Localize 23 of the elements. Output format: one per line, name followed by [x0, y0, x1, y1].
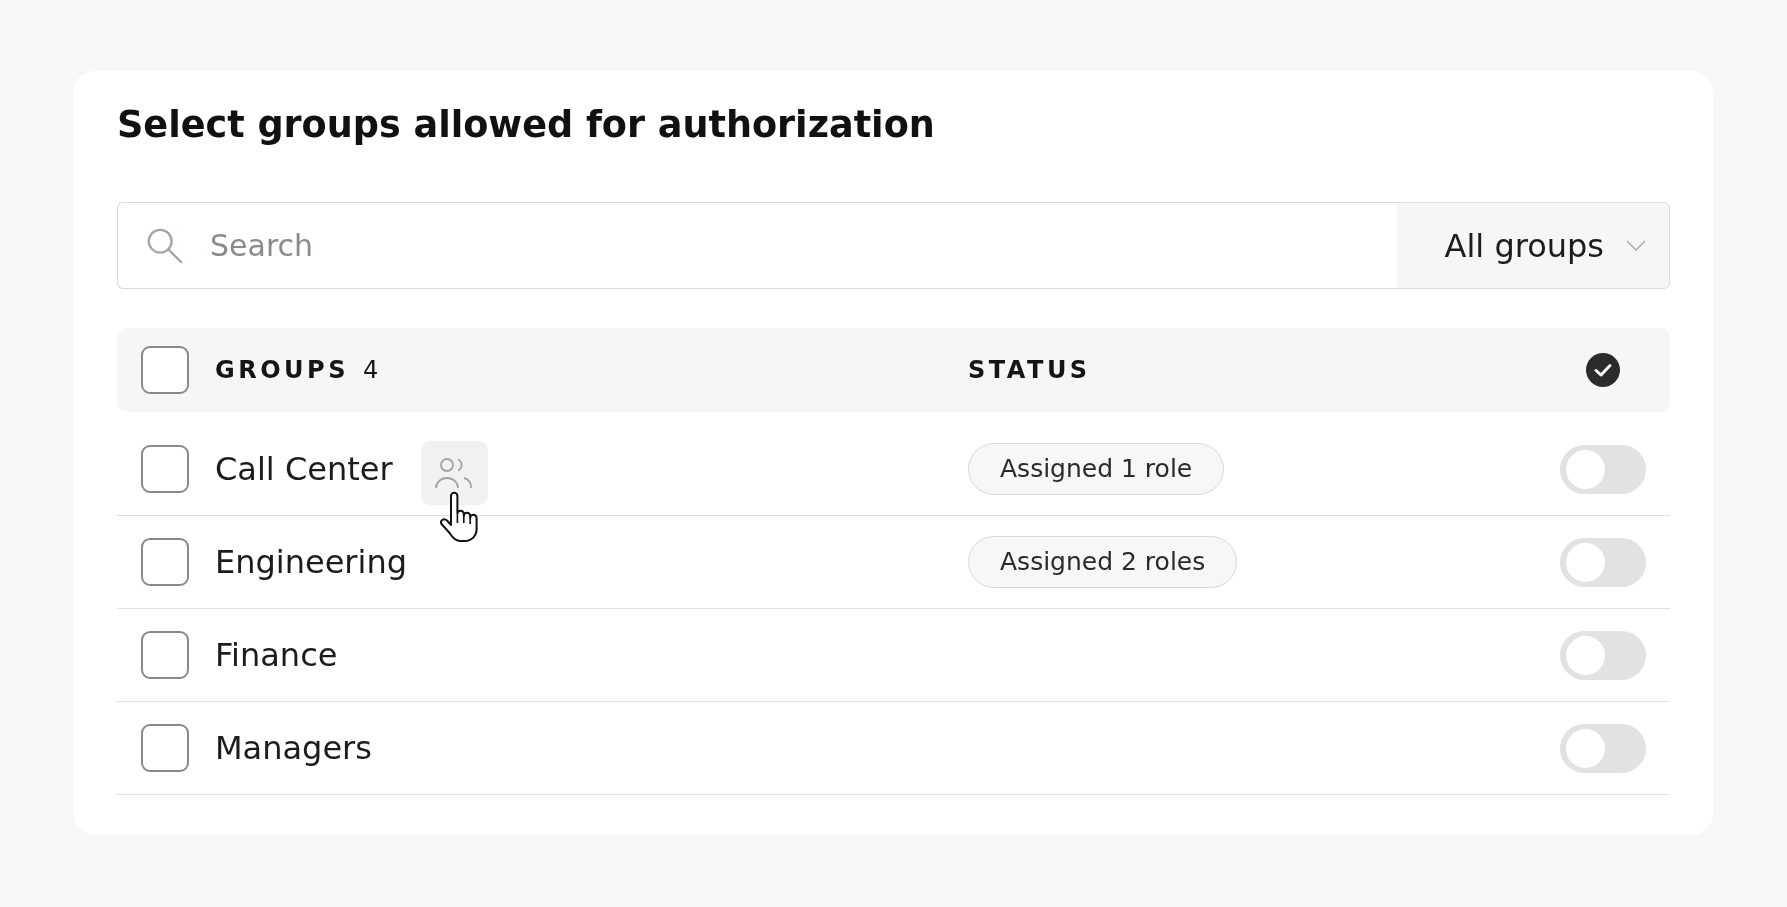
group-count: 4 — [362, 356, 379, 384]
row-checkbox[interactable] — [141, 631, 189, 679]
check-circle-icon — [1586, 353, 1620, 387]
people-icon — [434, 457, 475, 489]
column-header: STATUS — [968, 356, 1091, 384]
status-badge: Assigned 1 role — [968, 443, 1225, 495]
toggle-switch[interactable] — [1560, 723, 1646, 773]
group-name: Finance — [215, 636, 338, 674]
group-name: Engineering — [215, 543, 407, 581]
column-header: GROUPS — [215, 356, 349, 384]
dialog-title: Select groups allowed for authorization — [117, 103, 936, 146]
group-name: Managers — [215, 729, 372, 767]
toggle-switch[interactable] — [1560, 537, 1646, 587]
row-checkbox[interactable] — [141, 538, 189, 586]
hand-cursor-icon — [438, 491, 479, 543]
group-name: Call Center — [215, 450, 393, 488]
select-all-checkbox[interactable] — [141, 346, 189, 394]
status-badge: Assigned 2 roles — [968, 536, 1238, 588]
group-members-button[interactable] — [420, 441, 488, 505]
row-checkbox[interactable] — [141, 724, 189, 772]
toggle-switch[interactable] — [1560, 444, 1646, 494]
toggle-switch[interactable] — [1560, 630, 1646, 680]
row-checkbox[interactable] — [141, 445, 189, 493]
